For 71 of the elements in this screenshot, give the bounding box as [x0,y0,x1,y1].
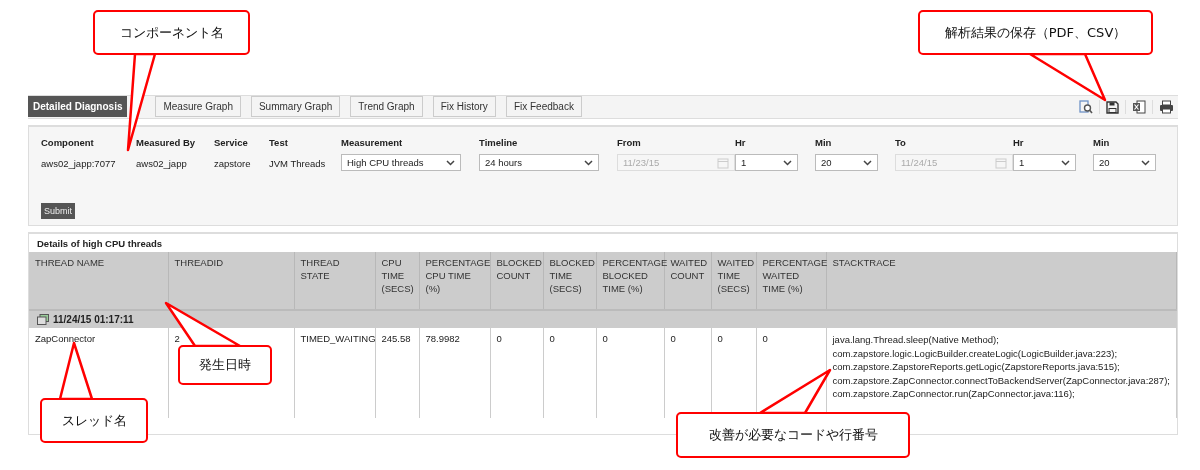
callout: 発生日時 [178,345,272,385]
chevron-down-icon [446,159,455,166]
field-label: Test [269,137,289,148]
field-value: JVM Threads [269,158,327,169]
timestamp: 11/24/15 01:17:11 [53,314,134,325]
column-header: THREAD NAME [29,252,168,310]
table-cell: 245.58 [381,333,411,344]
stacktrace-line: com.zapstore.ZapConnector.connectToBackendServer(ZapConnector.java:287); [832,373,1170,387]
dropdown[interactable]: 20 [1093,154,1156,171]
field-label: Min [1093,137,1111,148]
table-cell: TIMED_WAITING [300,333,376,344]
column-header: BLOCKED COUNT [490,252,543,310]
tab[interactable]: Detailed Diagnosis [28,96,128,117]
table-cell: ZapConnector [35,333,96,344]
tab[interactable]: Fix History [432,96,496,117]
field-label: To [895,137,907,148]
field-value: zapstore [214,158,252,169]
chevron-down-icon [783,159,792,166]
calendar-icon [717,156,729,169]
chevron-down-icon [1141,159,1150,166]
tab[interactable]: Measure Graph [155,96,241,117]
chevron-down-icon [584,159,593,166]
field-label: Measurement [341,137,404,148]
column-header: THREADID [168,252,294,310]
stacktrace-line: com.zapstore.ZapstoreReports.getLogic(ZapstoreReports.java:515); [832,360,1121,374]
table-cell: 2 [174,333,180,344]
spreadsheet-icon[interactable] [1132,100,1146,114]
table-cell: 0 [762,333,768,344]
field-label: From [617,137,642,148]
chevron-down-icon [1061,159,1070,166]
column-header: STACKTRACE [826,252,1177,310]
field-value: aws02_japp:7077 [41,158,117,169]
tab[interactable]: Trend Graph [350,96,423,117]
calendar-icon [995,156,1007,169]
stacktrace-line: java.lang.Thread.sleep(Native Method); [832,333,1000,347]
field-label: Hr [735,137,747,148]
tab[interactable]: Fix Feedback [505,96,582,117]
field-label: Min [815,137,833,148]
column-header: WAITED TIME (SECS) [711,252,756,310]
column-header: BLOCKED TIME (SECS) [543,252,596,310]
column-header: THREAD STATE [294,252,375,310]
field-label: Component [41,137,95,148]
table-cell: 0 [717,333,723,344]
table-cell: 0 [670,333,676,344]
table-cell: 78.9982 [425,333,460,344]
field-label: Hr [1013,137,1025,148]
chevron-down-icon [863,159,872,166]
table-cell: 0 [496,333,502,344]
column-header: CPU TIME (SECS) [375,252,419,310]
windows-icon [37,314,49,325]
dropdown[interactable]: 1 [735,154,798,171]
dropdown[interactable]: 1 [1013,154,1076,171]
print-icon[interactable] [1159,100,1174,114]
field-label: Service [214,137,249,148]
document-search-icon[interactable] [1079,100,1093,114]
field-label: Timeline [479,137,519,148]
save-icon[interactable] [1106,100,1119,114]
field-label: Measured By [136,137,197,148]
table-title: Details of high CPU threads [36,237,164,251]
tab[interactable]: Summary Graph [250,96,341,117]
column-header: PERCENTAGE WAITED TIME (%) [756,252,826,310]
dropdown[interactable]: 20 [815,154,878,171]
dropdown[interactable]: 24 hours [479,154,599,171]
table-cell: 0 [602,333,608,344]
table-cell: 0 [549,333,555,344]
field-value: aws02_japp [136,158,188,169]
column-header: PERCENTAGE CPU TIME (%) [419,252,490,310]
stacktrace-line: com.zapstore.logic.LogicBuilder.createLogic(LogicBuilder.java:223); [832,346,1119,360]
submit-button[interactable]: Submit [41,203,75,219]
dropdown[interactable]: High CPU threads [341,154,461,171]
stacktrace-line: com.zapstore.ZapConnector.run(ZapConnector.java:116); [832,387,1076,401]
